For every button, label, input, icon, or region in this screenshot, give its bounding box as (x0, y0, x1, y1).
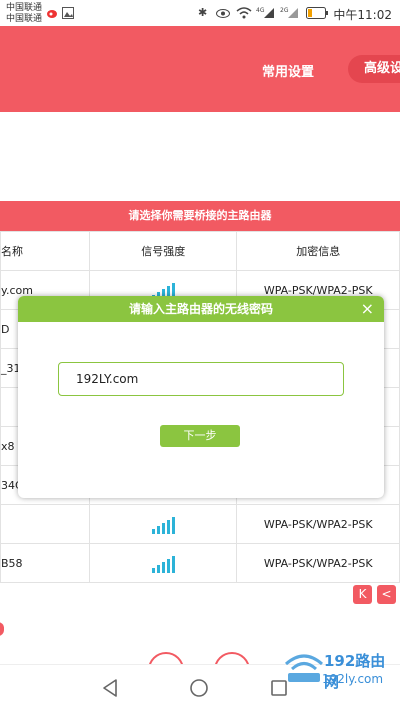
signal-cell (89, 543, 238, 583)
image-icon (62, 7, 74, 19)
clock: 中午11:02 (333, 8, 392, 22)
signal-cell (89, 504, 238, 544)
wifi-password-dialog: 请输入主路由器的无线密码 × 下一步 (18, 296, 384, 498)
signal-bar (151, 529, 155, 534)
battery-icon (306, 7, 328, 19)
col-header-signal: 信号强度 (89, 231, 238, 271)
carrier-label-2: 中国联通 (6, 14, 43, 24)
home-icon[interactable] (189, 678, 209, 698)
app-header (0, 26, 400, 112)
signal-bar (171, 517, 175, 534)
signal-bar (171, 556, 175, 573)
dialog-header: 请输入主路由器的无线密码 (18, 296, 384, 322)
signal-bar (156, 526, 160, 534)
col-header-name: 名称 (0, 231, 91, 271)
status-bar: 中国联通 中国联通 ✱ 4G 2G 中午11:02 (0, 0, 400, 26)
side-indicator (0, 622, 4, 636)
nav-common-settings[interactable]: 常用设置 (262, 61, 314, 80)
select-router-banner: 请选择你需要桥接的主路由器 (0, 201, 400, 231)
first-page-button[interactable]: K (353, 585, 372, 604)
bluetooth-icon: ✱ (198, 6, 208, 19)
prev-page-button[interactable]: < (377, 585, 396, 604)
signal-bar (151, 568, 155, 573)
signal-bar (161, 562, 165, 573)
signal-bar (161, 523, 165, 534)
table-header-row: 名称 信号强度 加密信息 (0, 231, 400, 271)
eye-icon (216, 9, 230, 18)
signal-strength-icon (151, 553, 175, 573)
wifi-icon (236, 7, 252, 19)
carrier-label-1: 中国联通 (6, 3, 43, 13)
router-name-cell: B58 (0, 543, 91, 583)
col-header-encryption: 加密信息 (236, 231, 400, 271)
wifi-password-input[interactable] (58, 362, 344, 396)
close-icon[interactable]: × (361, 298, 374, 320)
svg-text:4G: 4G (256, 7, 265, 14)
signal-bar (166, 559, 170, 573)
signal-bar (166, 520, 170, 534)
next-step-button[interactable]: 下一步 (160, 425, 240, 447)
signal-strength-icon (151, 514, 175, 534)
table-row[interactable]: B58 WPA-PSK/WPA2-PSK (0, 543, 400, 583)
weibo-icon (47, 10, 57, 18)
router-name-cell (0, 504, 91, 544)
watermark-url: 192ly.com (322, 672, 384, 686)
svg-text:2G: 2G (280, 7, 289, 14)
encryption-cell: WPA-PSK/WPA2-PSK (236, 504, 400, 544)
back-icon[interactable] (100, 678, 120, 698)
signal-4g-icon: 4G (256, 7, 274, 18)
watermark-logo: 192路由网 192ly.com (282, 648, 398, 692)
table-row[interactable]: WPA-PSK/WPA2-PSK (0, 504, 400, 544)
router-logo-icon (285, 654, 323, 682)
nav-advanced-settings[interactable]: 高级设 (348, 55, 400, 83)
signal-bar (156, 565, 160, 573)
dialog-title: 请输入主路由器的无线密码 (128, 302, 273, 316)
signal-2g-icon: 2G (280, 7, 298, 18)
encryption-cell: WPA-PSK/WPA2-PSK (236, 543, 400, 583)
